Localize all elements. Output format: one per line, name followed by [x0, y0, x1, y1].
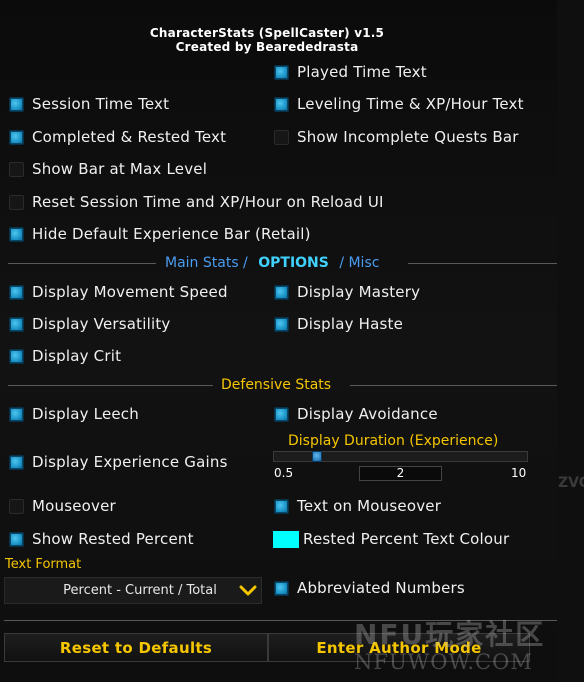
- tabs-divider-left: [8, 263, 156, 264]
- tab-navigation: Main Stats / OPTIONS / Misc: [165, 255, 379, 271]
- avoidance-checkbox[interactable]: [274, 406, 289, 422]
- experience-gains-option[interactable]: Display Experience Gains: [9, 452, 228, 472]
- tab-misc[interactable]: / Misc: [339, 255, 379, 271]
- bar-max-level-label: Show Bar at Max Level: [32, 160, 208, 178]
- movement-speed-option[interactable]: Display Movement Speed: [9, 282, 228, 302]
- defensive-divider-right: [350, 385, 557, 386]
- duration-slider-thumb[interactable]: [312, 451, 322, 462]
- text-on-mouseover-label: Text on Mouseover: [297, 497, 442, 515]
- versatility-checkbox[interactable]: [9, 316, 24, 332]
- text-on-mouseover-option[interactable]: Text on Mouseover: [274, 496, 441, 516]
- bar-max-level-checkbox[interactable]: [9, 161, 24, 177]
- incomplete-quests-checkbox[interactable]: [274, 129, 289, 145]
- played-time-label: Played Time Text: [297, 63, 427, 81]
- haste-checkbox[interactable]: [274, 316, 289, 332]
- author-mode-button[interactable]: Enter Author Mode: [268, 633, 530, 662]
- slider-min-label: 0.5: [274, 466, 294, 480]
- leech-option[interactable]: Display Leech: [9, 404, 139, 424]
- show-rested-percent-option[interactable]: Show Rested Percent: [9, 529, 194, 549]
- mouseover-checkbox[interactable]: [9, 498, 24, 514]
- chevron-down-icon[interactable]: [235, 585, 261, 597]
- haste-label: Display Haste: [297, 315, 404, 333]
- reset-session-checkbox[interactable]: [9, 194, 24, 210]
- character-stats-options-panel: ZVOR CharacterStats (SpellCaster) v1.5 C…: [0, 0, 584, 682]
- mouseover-option[interactable]: Mouseover: [9, 496, 116, 516]
- background-edge: [557, 0, 584, 682]
- versatility-label: Display Versatility: [32, 315, 171, 333]
- reset-session-label: Reset Session Time and XP/Hour on Reload…: [32, 193, 384, 211]
- completed-rested-checkbox[interactable]: [9, 129, 24, 145]
- duration-slider-title: Display Duration (Experience): [288, 433, 499, 449]
- slider-value-box[interactable]: 2: [359, 466, 442, 481]
- crit-label: Display Crit: [32, 347, 122, 365]
- bar-max-level-option[interactable]: Show Bar at Max Level: [9, 159, 207, 179]
- slider-max-label: 10: [511, 466, 527, 480]
- abbreviated-numbers-option[interactable]: Abbreviated Numbers: [274, 578, 465, 598]
- mastery-label: Display Mastery: [297, 283, 421, 301]
- incomplete-quests-option[interactable]: Show Incomplete Quests Bar: [274, 127, 519, 147]
- movement-speed-checkbox[interactable]: [9, 284, 24, 300]
- crit-option[interactable]: Display Crit: [9, 346, 121, 366]
- leveling-time-checkbox[interactable]: [274, 96, 289, 112]
- text-on-mouseover-checkbox[interactable]: [274, 498, 289, 514]
- reset-defaults-button[interactable]: Reset to Defaults: [4, 633, 268, 662]
- rested-colour-option[interactable]: Rested Percent Text Colour: [273, 529, 509, 549]
- played-time-option[interactable]: Played Time Text: [274, 62, 427, 82]
- hide-default-xp-option[interactable]: Hide Default Experience Bar (Retail): [9, 224, 311, 244]
- hide-default-xp-checkbox[interactable]: [9, 226, 24, 242]
- avoidance-option[interactable]: Display Avoidance: [274, 404, 438, 424]
- completed-rested-option[interactable]: Completed & Rested Text: [9, 127, 226, 147]
- text-format-selected: Percent - Current / Total: [63, 583, 217, 598]
- session-time-label: Session Time Text: [32, 95, 170, 113]
- completed-rested-label: Completed & Rested Text: [32, 128, 227, 146]
- avoidance-label: Display Avoidance: [297, 405, 438, 423]
- duration-slider[interactable]: [273, 451, 528, 462]
- tab-options[interactable]: OPTIONS: [258, 255, 329, 271]
- background-edge-text: ZVOR: [558, 475, 584, 491]
- show-rested-percent-label: Show Rested Percent: [32, 530, 194, 548]
- session-time-option[interactable]: Session Time Text: [9, 94, 169, 114]
- incomplete-quests-label: Show Incomplete Quests Bar: [297, 128, 519, 146]
- leveling-time-option[interactable]: Leveling Time & XP/Hour Text: [274, 94, 524, 114]
- rested-colour-label: Rested Percent Text Colour: [303, 530, 510, 548]
- footer-divider: [4, 620, 557, 621]
- mouseover-label: Mouseover: [32, 497, 116, 515]
- text-format-dropdown[interactable]: Percent - Current / Total: [4, 577, 262, 604]
- hide-default-xp-label: Hide Default Experience Bar (Retail): [32, 225, 311, 243]
- mastery-checkbox[interactable]: [274, 284, 289, 300]
- mastery-option[interactable]: Display Mastery: [274, 282, 420, 302]
- crit-checkbox[interactable]: [9, 348, 24, 364]
- tab-main-stats[interactable]: Main Stats /: [165, 255, 248, 271]
- experience-gains-label: Display Experience Gains: [32, 453, 228, 471]
- abbreviated-numbers-label: Abbreviated Numbers: [297, 579, 465, 597]
- movement-speed-label: Display Movement Speed: [32, 283, 228, 301]
- text-format-label: Text Format: [5, 557, 82, 572]
- show-rested-percent-checkbox[interactable]: [9, 531, 24, 547]
- addon-title: CharacterStats (SpellCaster) v1.5: [149, 26, 385, 40]
- abbreviated-numbers-checkbox[interactable]: [274, 580, 289, 596]
- leech-checkbox[interactable]: [9, 406, 24, 422]
- versatility-option[interactable]: Display Versatility: [9, 314, 171, 334]
- experience-gains-checkbox[interactable]: [9, 454, 24, 470]
- addon-author: Created by Bearededrasta: [175, 40, 359, 54]
- reset-session-option[interactable]: Reset Session Time and XP/Hour on Reload…: [9, 192, 384, 212]
- defensive-stats-heading: Defensive Stats: [221, 377, 332, 393]
- leech-label: Display Leech: [32, 405, 139, 423]
- tabs-divider-right: [408, 263, 557, 264]
- session-time-checkbox[interactable]: [9, 96, 24, 112]
- defensive-divider-left: [8, 385, 213, 386]
- haste-option[interactable]: Display Haste: [274, 314, 403, 334]
- rested-colour-swatch[interactable]: [273, 530, 299, 548]
- leveling-time-label: Leveling Time & XP/Hour Text: [297, 95, 524, 113]
- played-time-checkbox[interactable]: [274, 64, 289, 80]
